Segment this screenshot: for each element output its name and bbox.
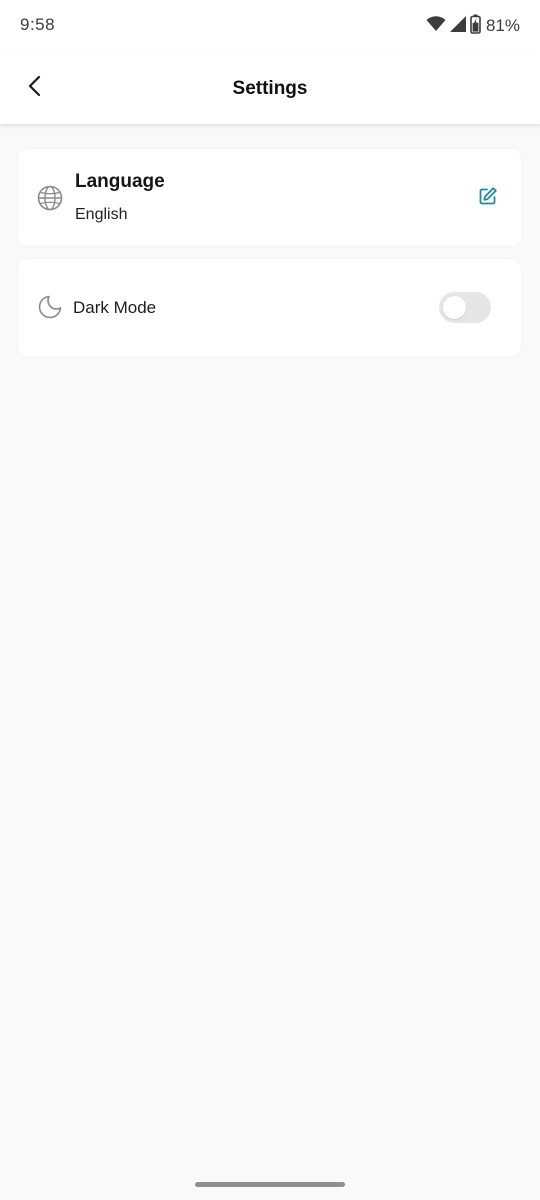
battery-icon — [470, 14, 482, 39]
status-bar: 9:58 81% — [0, 0, 540, 52]
edit-icon — [478, 186, 498, 211]
language-title: Language — [75, 171, 165, 192]
status-time: 9:58 — [20, 15, 56, 34]
moon-icon — [37, 294, 63, 320]
toggle-knob — [443, 296, 466, 319]
home-indicator[interactable] — [195, 1182, 345, 1187]
dark-mode-setting-card: Dark Mode — [18, 259, 521, 356]
status-icons: 81% — [426, 14, 520, 38]
page-title: Settings — [232, 78, 308, 99]
globe-icon — [37, 185, 63, 211]
dark-mode-label: Dark Mode — [73, 298, 157, 317]
edit-language-button[interactable] — [473, 183, 503, 213]
language-setting-card[interactable]: Language English — [18, 149, 521, 246]
language-value: English — [75, 206, 128, 223]
dark-mode-toggle[interactable] — [439, 292, 491, 323]
signal-icon — [449, 15, 466, 37]
wifi-icon — [426, 15, 446, 37]
battery-percentage: 81% — [485, 16, 520, 35]
app-bar: Settings — [0, 52, 540, 124]
